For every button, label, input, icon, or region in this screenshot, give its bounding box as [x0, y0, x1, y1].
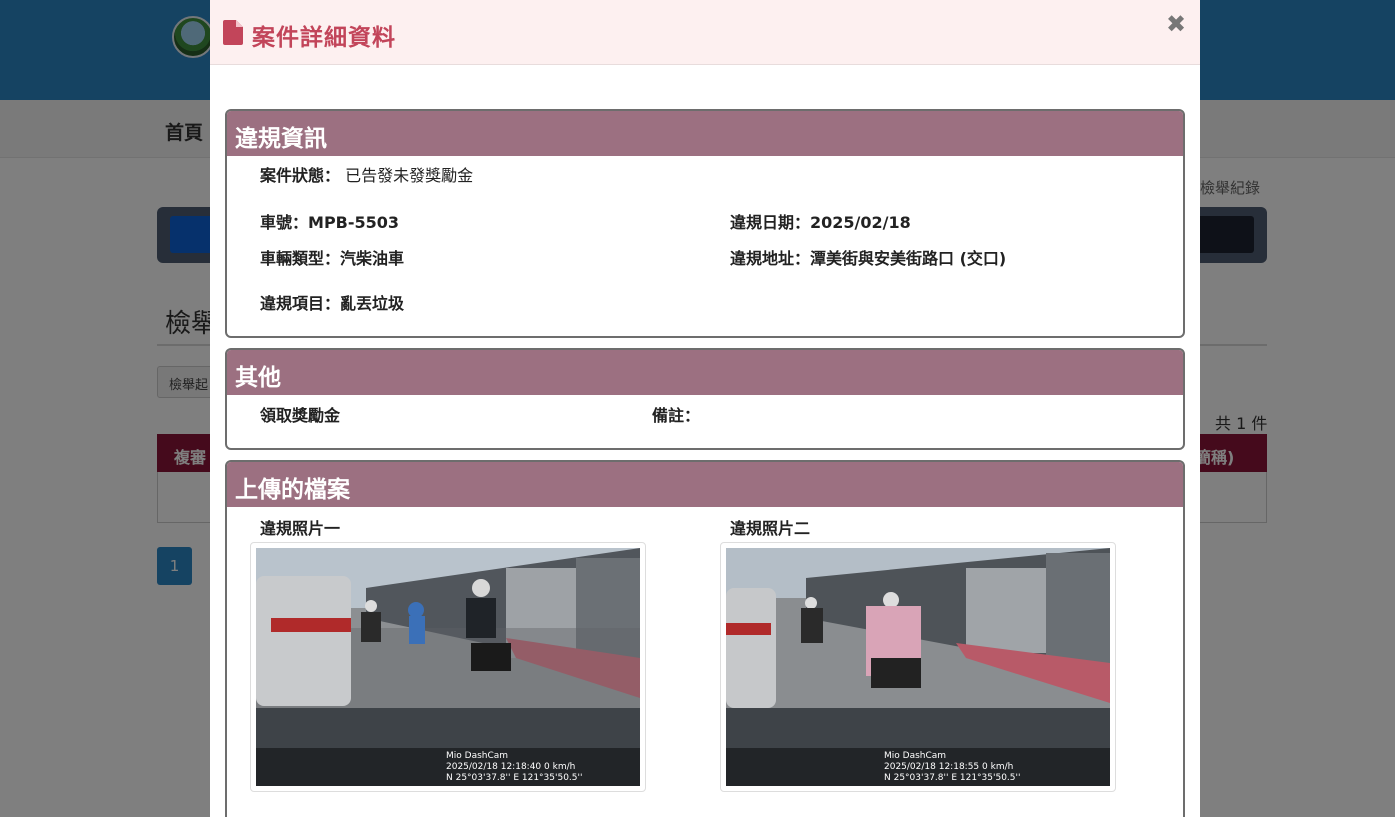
case-status-label: 案件狀態：: [260, 166, 341, 185]
panel-heading: 其他: [227, 350, 1183, 395]
other-panel: 其他: [225, 348, 1185, 450]
remark-label: 備註：: [652, 406, 701, 425]
photo-timestamp: 2025/02/18 12:18:40 0 km/h: [446, 762, 575, 772]
violation-address-field: 違規地址：潭美街與安美街路口 (交口): [730, 245, 1006, 269]
dashcam-photo: Mio DashCam 2025/02/18 12:18:40 0 km/h N…: [256, 548, 640, 786]
violation-date-field: 違規日期：2025/02/18: [730, 209, 911, 233]
reward-field: 領取獎勵金: [260, 402, 340, 426]
case-status-field: 案件狀態： 已告發未發獎勵金: [260, 162, 473, 186]
photo-watermark: Mio DashCam: [446, 751, 508, 761]
vehicle-type-value: 汽柴油車: [340, 249, 405, 268]
violation-date-label: 違規日期：: [730, 213, 811, 232]
reward-label: 領取獎勵金: [260, 406, 341, 425]
violation-photo-1[interactable]: Mio DashCam 2025/02/18 12:18:40 0 km/h N…: [250, 542, 646, 792]
plate-label: 車號：: [260, 213, 309, 232]
photo-watermark: Mio DashCam: [884, 751, 946, 761]
plate-field: 車號：MPB-5503: [260, 209, 399, 233]
violation-photo-2[interactable]: Mio DashCam 2025/02/18 12:18:55 0 km/h N…: [720, 542, 1116, 792]
plate-value: MPB-5503: [308, 213, 400, 232]
modal-header: 案件詳細資料 ✖: [210, 0, 1200, 65]
case-status-value: 已告發未發獎勵金: [345, 166, 474, 185]
remark-field: 備註：: [652, 402, 700, 426]
case-detail-modal: 案件詳細資料 ✖ 違規資訊 案件狀態： 已告發未發獎勵金 車號：MPB-5503…: [210, 0, 1200, 817]
violation-date-value: 2025/02/18: [810, 213, 911, 232]
photo-timestamp: 2025/02/18 12:18:55 0 km/h: [884, 762, 1013, 772]
violation-item-field: 違規項目：亂丟垃圾: [260, 290, 404, 314]
photo-2-label: 違規照片二: [730, 519, 811, 538]
violation-item-label: 違規項目：: [260, 294, 341, 313]
violation-address-value: 潭美街與安美街路口 (交口): [810, 249, 1007, 268]
photo-1-label: 違規照片一: [260, 519, 341, 538]
document-icon: [223, 20, 243, 45]
panel-heading: 上傳的檔案: [227, 462, 1183, 507]
photo-gps: N 25°03'37.8'' E 121°35'50.5'': [446, 773, 582, 783]
close-icon[interactable]: ✖: [1166, 10, 1186, 38]
violation-address-label: 違規地址：: [730, 249, 811, 268]
dashcam-photo: Mio DashCam 2025/02/18 12:18:55 0 km/h N…: [726, 548, 1110, 786]
violation-item-value: 亂丟垃圾: [340, 294, 405, 313]
vehicle-type-label: 車輛類型：: [260, 249, 341, 268]
panel-heading: 違規資訊: [227, 111, 1183, 156]
vehicle-type-field: 車輛類型：汽柴油車: [260, 245, 404, 269]
modal-title: 案件詳細資料: [252, 25, 396, 51]
photo-gps: N 25°03'37.8'' E 121°35'50.5'': [884, 773, 1020, 783]
